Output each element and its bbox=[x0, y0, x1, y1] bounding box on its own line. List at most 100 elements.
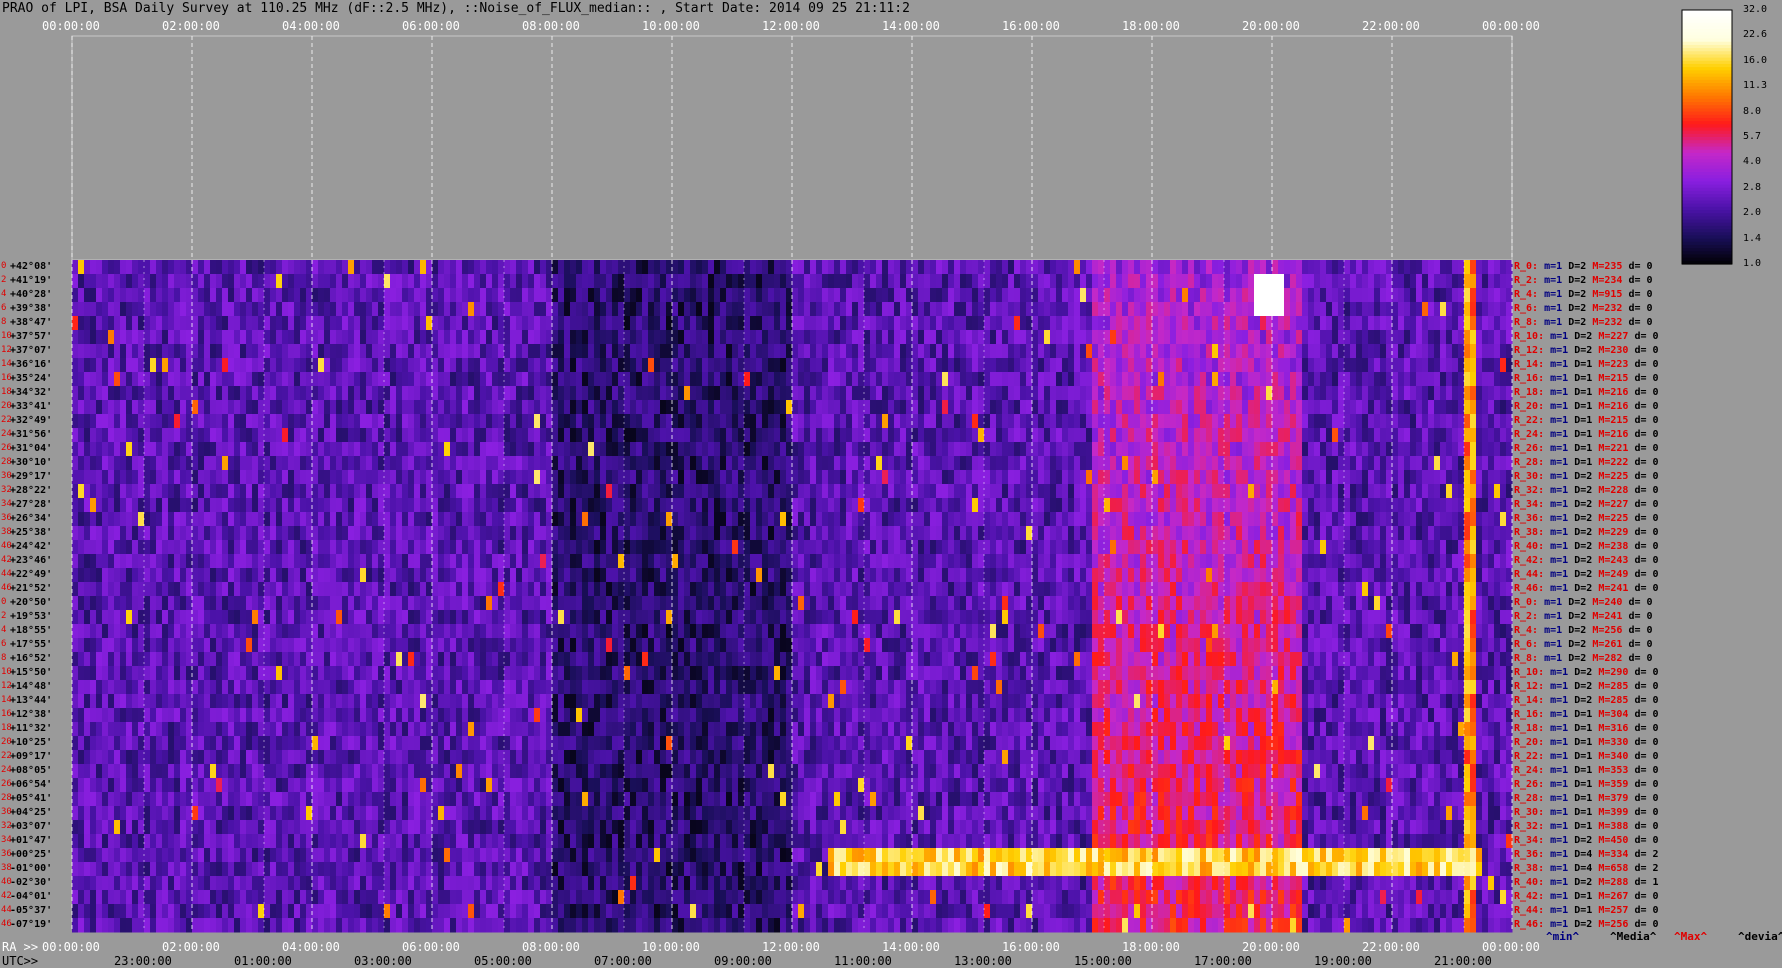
heatmap-cell bbox=[1458, 316, 1465, 331]
heatmap-cell bbox=[726, 512, 733, 527]
heatmap-cell bbox=[1320, 372, 1327, 387]
heatmap-cell bbox=[972, 456, 979, 471]
heatmap-cell bbox=[1452, 260, 1459, 275]
heatmap-cell bbox=[96, 288, 103, 303]
heatmap-cell bbox=[132, 400, 139, 415]
heatmap-cell bbox=[1464, 316, 1471, 331]
heatmap-cell bbox=[1290, 470, 1297, 485]
heatmap-cell bbox=[402, 330, 409, 345]
heatmap-cell bbox=[1068, 302, 1075, 317]
heatmap-cell bbox=[924, 330, 931, 345]
heatmap-cell bbox=[1236, 414, 1243, 429]
heatmap-cell bbox=[342, 526, 349, 541]
heatmap-cell bbox=[996, 428, 1003, 443]
heatmap-cell bbox=[1062, 442, 1069, 457]
heatmap-cell bbox=[1068, 316, 1075, 331]
heatmap-cell bbox=[552, 470, 559, 485]
heatmap-cell bbox=[822, 484, 829, 499]
heatmap-cell bbox=[948, 498, 955, 513]
heatmap-cell bbox=[900, 358, 907, 373]
heatmap-cell bbox=[660, 344, 667, 359]
heatmap-cell bbox=[1056, 512, 1063, 527]
heatmap-cell bbox=[756, 274, 763, 289]
heatmap-cell bbox=[594, 288, 601, 303]
heatmap-cell bbox=[1194, 274, 1201, 289]
heatmap-cell bbox=[366, 428, 373, 443]
heatmap-cell bbox=[1020, 484, 1027, 499]
heatmap-cell bbox=[1230, 540, 1237, 555]
heatmap-cell bbox=[492, 316, 499, 331]
heatmap-cell bbox=[216, 470, 223, 485]
heatmap-cell bbox=[1356, 512, 1363, 527]
heatmap-cell bbox=[270, 288, 277, 303]
heatmap-cell bbox=[564, 526, 571, 541]
heatmap-cell bbox=[1230, 484, 1237, 499]
heatmap-cell bbox=[1446, 512, 1453, 527]
heatmap-cell bbox=[354, 428, 361, 443]
heatmap-cell bbox=[420, 456, 427, 471]
heatmap-cell bbox=[456, 400, 463, 415]
heatmap-cell bbox=[234, 316, 241, 331]
heatmap-cell bbox=[852, 358, 859, 373]
heatmap-cell bbox=[1092, 344, 1099, 359]
heatmap-cell bbox=[1302, 344, 1309, 359]
heatmap-cell bbox=[672, 302, 679, 317]
heatmap-cell bbox=[972, 358, 979, 373]
heatmap-cell bbox=[1116, 540, 1123, 555]
heatmap-cell bbox=[174, 330, 181, 345]
heatmap-cell bbox=[1194, 484, 1201, 499]
heatmap-cell bbox=[210, 344, 217, 359]
heatmap-cell bbox=[696, 316, 703, 331]
heatmap-cell bbox=[1320, 260, 1327, 275]
heatmap-cell bbox=[870, 442, 877, 457]
heatmap-cell bbox=[696, 442, 703, 457]
heatmap-cell bbox=[1230, 456, 1237, 471]
heatmap-cell bbox=[708, 484, 715, 499]
heatmap-cell bbox=[1476, 428, 1483, 443]
heatmap-cell bbox=[588, 456, 595, 471]
heatmap-cell bbox=[1482, 302, 1489, 317]
heatmap-cell bbox=[1074, 330, 1081, 345]
heatmap-cell bbox=[402, 526, 409, 541]
heatmap-cell bbox=[564, 498, 571, 513]
heatmap-cell bbox=[1182, 358, 1189, 373]
heatmap-cell bbox=[84, 330, 91, 345]
heatmap-cell bbox=[600, 470, 607, 485]
heatmap-cell bbox=[510, 288, 517, 303]
heatmap-cell bbox=[1278, 316, 1285, 331]
heatmap-cell bbox=[156, 386, 163, 401]
heatmap-cell bbox=[312, 400, 319, 415]
heatmap-cell bbox=[1410, 274, 1417, 289]
heatmap-cell bbox=[1296, 442, 1303, 457]
heatmap-cell bbox=[1200, 288, 1207, 303]
heatmap-cell bbox=[162, 484, 169, 499]
heatmap-cell bbox=[192, 330, 199, 345]
heatmap-cell bbox=[162, 470, 169, 485]
heatmap-cell bbox=[240, 540, 247, 555]
heatmap-cell bbox=[210, 316, 217, 331]
heatmap-cell bbox=[1302, 386, 1309, 401]
heatmap-cell bbox=[330, 414, 337, 429]
heatmap-cell bbox=[858, 358, 865, 373]
heatmap-cell bbox=[1428, 358, 1435, 373]
heatmap-cell bbox=[264, 344, 271, 359]
heatmap-cell bbox=[468, 442, 475, 457]
heatmap-cell bbox=[402, 260, 409, 275]
heatmap-cell bbox=[1362, 484, 1369, 499]
heatmap-cell bbox=[372, 512, 379, 527]
heatmap-cell bbox=[822, 386, 829, 401]
heatmap-cell bbox=[840, 484, 847, 499]
heatmap-cell bbox=[264, 484, 271, 499]
heatmap-cell bbox=[1176, 330, 1183, 345]
heatmap-cell bbox=[444, 372, 451, 387]
heatmap-cell bbox=[888, 526, 895, 541]
heatmap-cell bbox=[1332, 498, 1339, 513]
heatmap-cell bbox=[966, 470, 973, 485]
heatmap-cell bbox=[798, 274, 805, 289]
heatmap-cell bbox=[84, 316, 91, 331]
heatmap-cell bbox=[1356, 344, 1363, 359]
heatmap-cell bbox=[972, 386, 979, 401]
heatmap-cell bbox=[90, 540, 97, 555]
heatmap-cell bbox=[966, 456, 973, 471]
heatmap-cell bbox=[828, 498, 835, 513]
